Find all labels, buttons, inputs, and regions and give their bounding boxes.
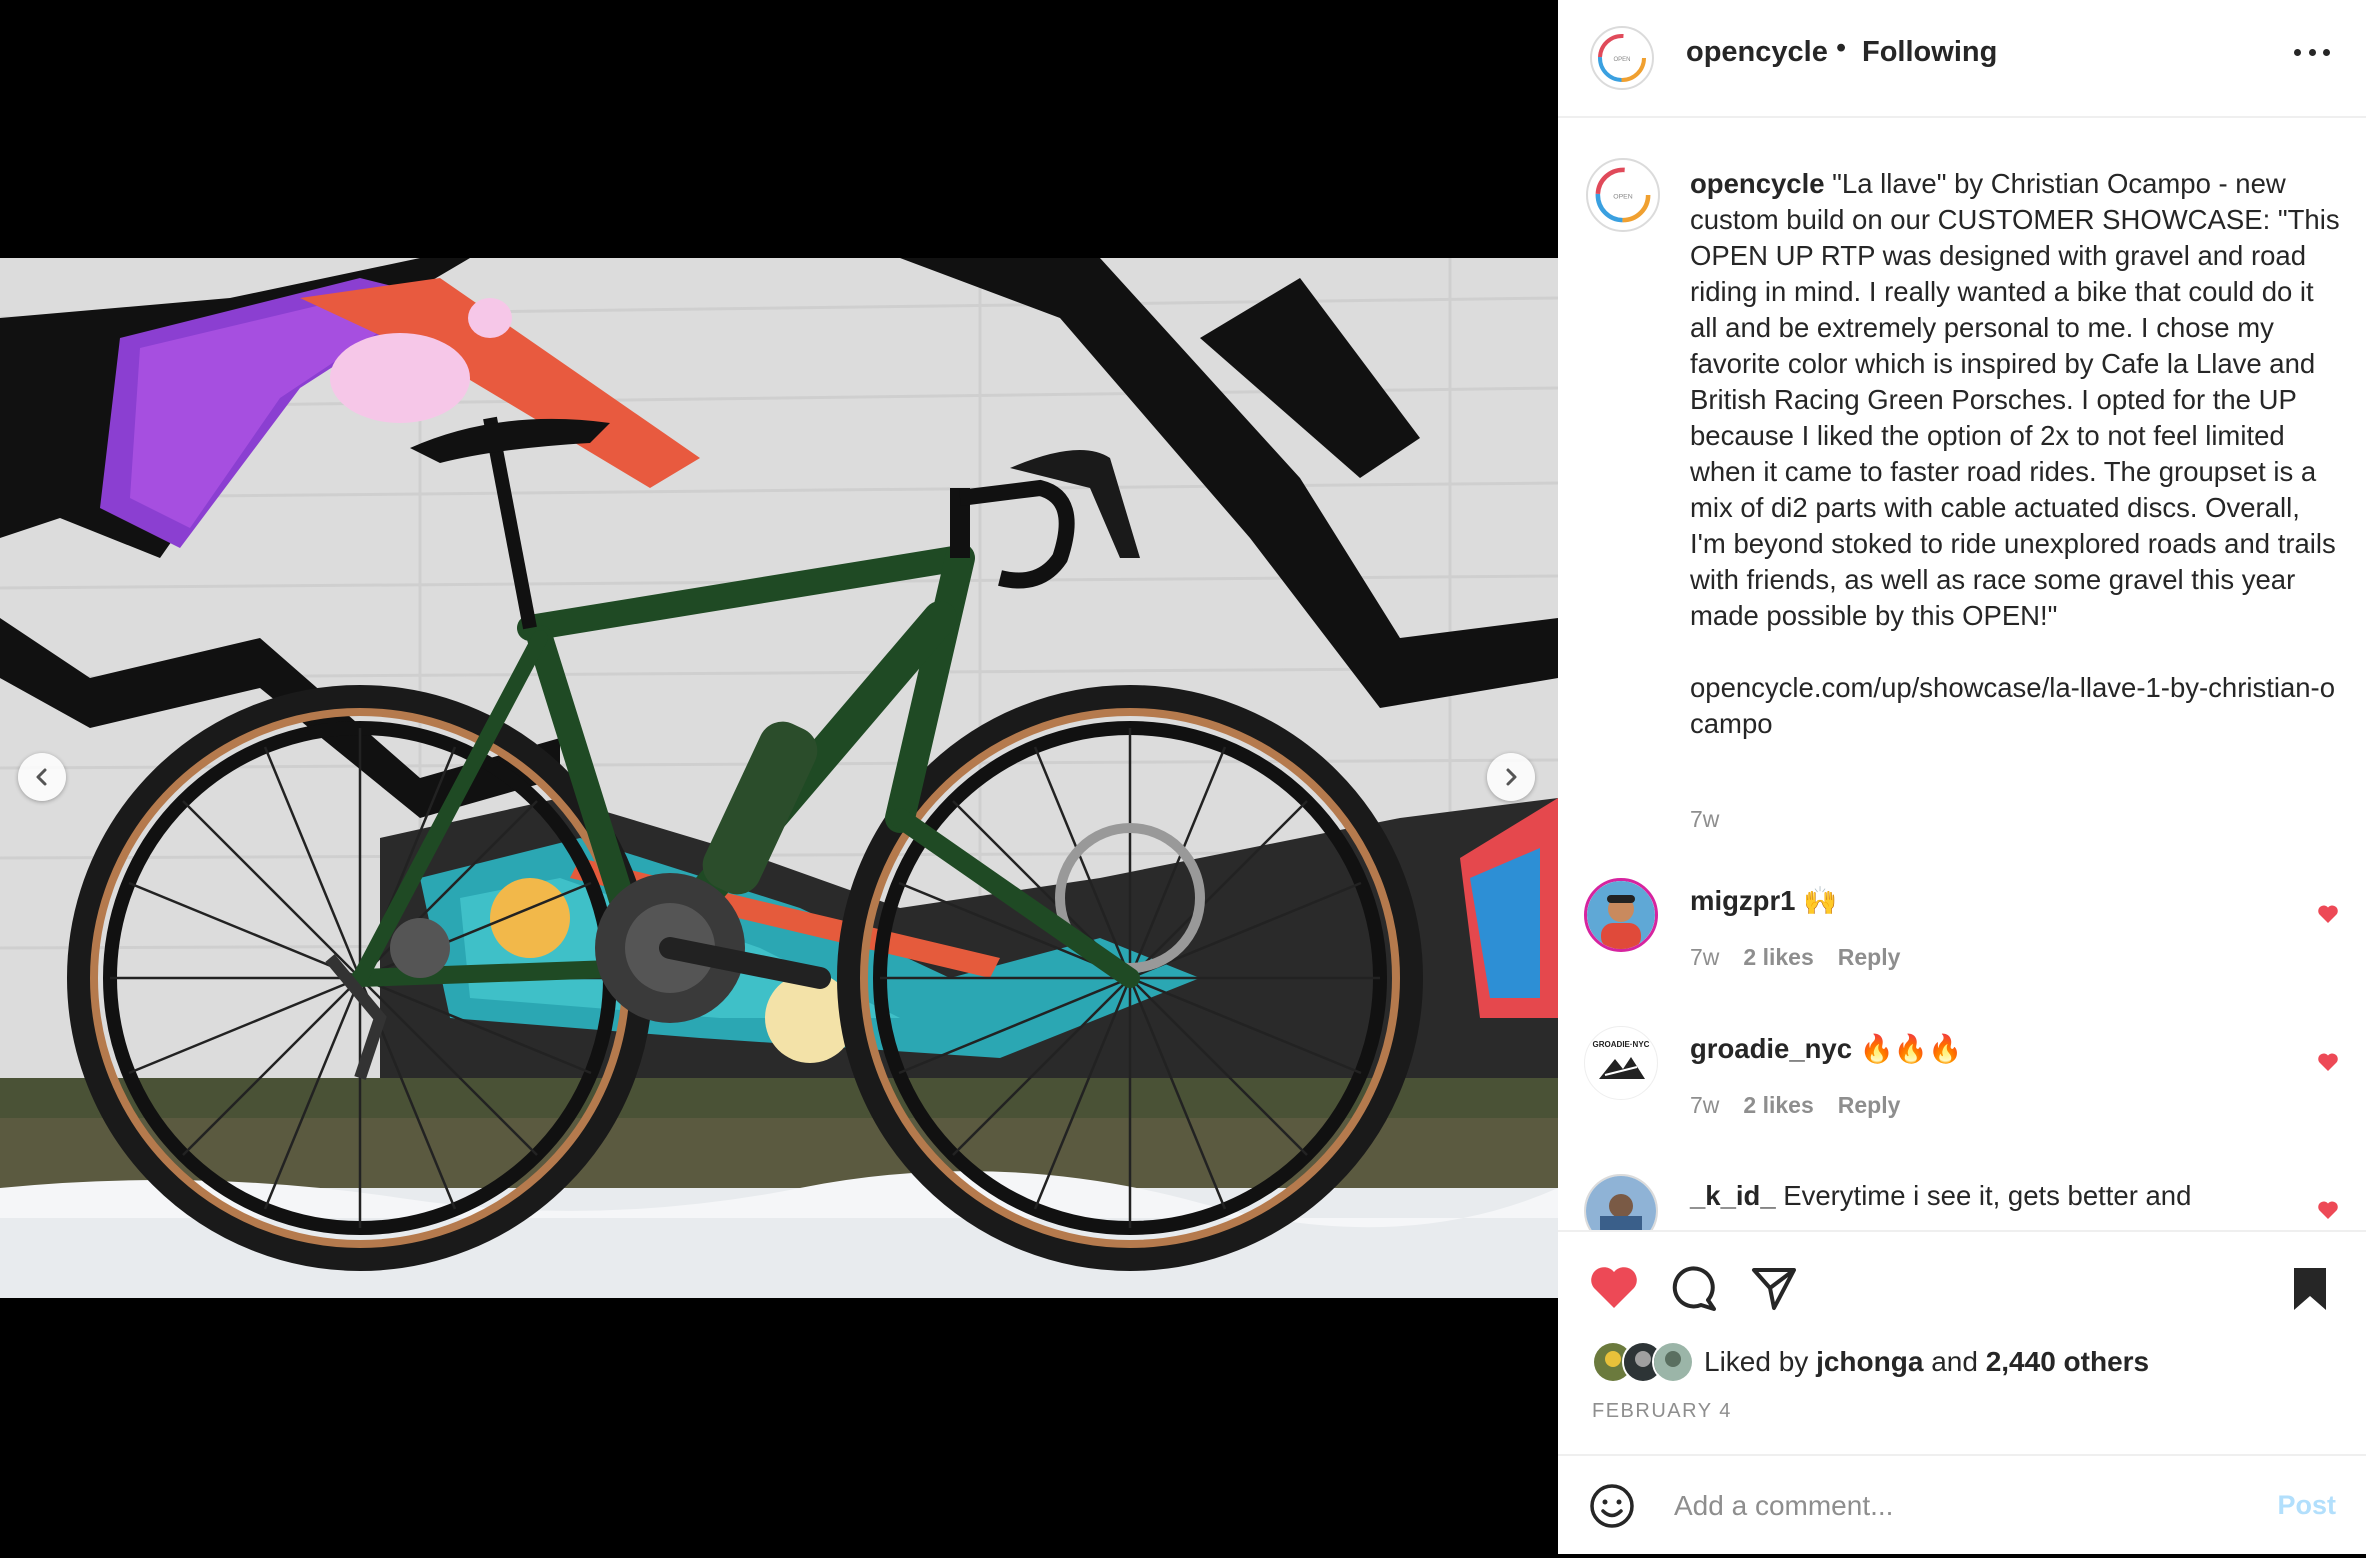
comment-avatar[interactable] (1584, 878, 1658, 952)
reply-button[interactable]: Reply (1838, 1092, 1901, 1119)
chevron-right-icon (1506, 768, 1517, 786)
comments-list[interactable]: OPEN opencycle "La llave" by Christian O… (1558, 118, 2366, 1230)
open-logo-icon: OPEN (1595, 167, 1651, 223)
previous-image-button[interactable] (18, 753, 66, 801)
chevron-left-icon (36, 768, 47, 786)
svg-text:GROADIE·NYC: GROADIE·NYC (1593, 1040, 1650, 1049)
post-details-panel: OPEN opencycle • Following OPEN opencycl… (1558, 0, 2366, 1554)
liker-avatar (1652, 1341, 1694, 1383)
open-logo-icon: OPEN (1598, 34, 1646, 82)
post-header: OPEN opencycle • Following (1558, 0, 2366, 118)
svg-text:OPEN: OPEN (1613, 57, 1630, 63)
caption-timestamp[interactable]: 7w (1690, 806, 1719, 833)
liked-by-text: Liked by jchonga and 2,440 others (1704, 1346, 2150, 1377)
bookmark-icon[interactable] (2284, 1262, 2336, 1314)
comment-meta: 7w 2 likes Reply (1690, 1092, 1900, 1119)
comment-text: migzpr1 🙌 (1690, 885, 1838, 916)
comment-item: migzpr1 🙌 7w 2 likes Reply (1558, 866, 2366, 1006)
post-button[interactable]: Post (2277, 1490, 2336, 1521)
comment-username[interactable]: migzpr1 (1690, 885, 1795, 916)
comment-icon[interactable] (1668, 1262, 1720, 1314)
svg-text:OPEN: OPEN (1613, 193, 1632, 200)
comment-text: groadie_nyc 🔥🔥🔥 (1690, 1033, 1963, 1064)
post-date[interactable]: FEBRUARY 4 (1592, 1400, 1732, 1423)
comment-meta: 7w 2 likes Reply (1690, 944, 1900, 971)
next-image-button[interactable] (1487, 753, 1535, 801)
header-avatar[interactable]: OPEN (1590, 26, 1654, 90)
caption-text: "La llave" by Christian Ocampo - new cus… (1690, 168, 2340, 631)
heart-icon[interactable] (2316, 902, 2340, 926)
more-options-icon[interactable] (2294, 42, 2330, 62)
comment-text: _k_id_ Everytime i see it, gets better a… (1690, 1180, 2192, 1211)
comment-item: GROADIE·NYC groadie_nyc 🔥🔥🔥 7w 2 likes R… (1558, 1014, 2366, 1154)
comment-item: _k_id_ Everytime i see it, gets better a… (1558, 1162, 2366, 1230)
comment-avatar[interactable] (1584, 1174, 1658, 1230)
header-username[interactable]: opencycle (1686, 36, 1828, 69)
caption-link[interactable]: opencycle.com/up/showcase/la-llave-1-by-… (1690, 672, 2335, 739)
comment-time[interactable]: 7w (1690, 1092, 1719, 1119)
comment-likes[interactable]: 2 likes (1743, 1092, 1813, 1119)
likes-count[interactable]: 2,440 others (1986, 1346, 2149, 1377)
liked-by-row: Liked by jchonga and 2,440 others (1592, 1340, 2149, 1384)
post-caption: opencycle "La llave" by Christian Ocampo… (1690, 166, 2340, 742)
comment-username[interactable]: groadie_nyc (1690, 1033, 1852, 1064)
liker-username[interactable]: jchonga (1816, 1346, 1923, 1377)
comment-input[interactable] (1672, 1478, 2236, 1534)
emoji-icon[interactable] (1588, 1482, 1636, 1530)
heart-icon[interactable] (2316, 1050, 2340, 1074)
post-photo (0, 258, 1558, 1298)
comment-likes[interactable]: 2 likes (1743, 944, 1813, 971)
post-media (0, 0, 1558, 1554)
comment-time[interactable]: 7w (1690, 944, 1719, 971)
share-icon[interactable] (1748, 1262, 1800, 1314)
heart-icon[interactable] (2316, 1198, 2340, 1222)
caption-username[interactable]: opencycle (1690, 168, 1825, 199)
comment-username[interactable]: _k_id_ (1690, 1180, 1776, 1211)
post-actions: Liked by jchonga and 2,440 others FEBRUA… (1558, 1230, 2366, 1556)
heart-icon[interactable] (1588, 1262, 1640, 1314)
separator-dot: • (1836, 32, 1847, 64)
following-button[interactable]: Following (1862, 36, 1997, 69)
caption-avatar[interactable]: OPEN (1586, 158, 1660, 232)
reply-button[interactable]: Reply (1838, 944, 1901, 971)
comment-avatar[interactable]: GROADIE·NYC (1584, 1026, 1658, 1100)
add-comment-bar: Post (1558, 1454, 2366, 1558)
